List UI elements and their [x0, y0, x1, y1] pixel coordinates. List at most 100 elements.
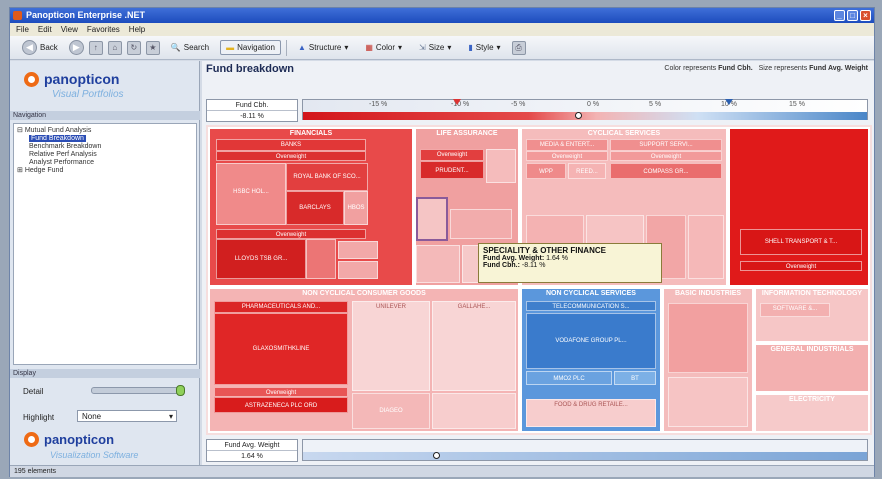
home-icon[interactable]: ⌂: [107, 40, 122, 55]
style-button[interactable]: ▮ Style ▾: [462, 40, 506, 55]
minimize-icon[interactable]: _: [834, 10, 845, 21]
back-arrow-icon: ◀: [22, 40, 37, 55]
sector-utilities[interactable]: ELECTRICITY: [754, 393, 870, 433]
scale-pointer-icon[interactable]: [575, 112, 582, 119]
cell-cyclical-small[interactable]: [688, 215, 724, 279]
tree-item-fund-breakdown[interactable]: Fund Breakdown: [17, 135, 196, 143]
cell-astrazeneca[interactable]: ASTRAZENECA PLC ORD: [214, 397, 348, 413]
range-marker-icon[interactable]: [725, 99, 733, 105]
refresh-icon[interactable]: ↻: [126, 40, 141, 55]
cell-telecom[interactable]: TELECOMMUNICATION S...: [526, 301, 656, 311]
cell-overweight[interactable]: Overweight: [740, 261, 862, 271]
back-button[interactable]: ◀ Back: [16, 37, 64, 58]
hover-tooltip: SPECIALITY & OTHER FINANCE Fund Avg. Wei…: [478, 243, 662, 283]
cell-small-bank[interactable]: [338, 261, 378, 279]
cell-speciality-finance-highlighted[interactable]: [416, 197, 448, 241]
cell-life-small[interactable]: [450, 209, 512, 239]
detail-slider[interactable]: [91, 385, 185, 396]
cell-overweight[interactable]: Overweight: [216, 151, 366, 161]
panopticon-logo-icon: [24, 71, 39, 87]
cell-hbos[interactable]: HBOS: [344, 191, 368, 225]
cell-food-drug[interactable]: FOOD & DRUG RETAILE...: [526, 399, 656, 427]
tree-item-hedge-fund[interactable]: ⊞ Hedge Fund: [17, 167, 196, 175]
close-icon[interactable]: ×: [860, 10, 871, 21]
cell-health[interactable]: [432, 393, 516, 429]
cell-gallaher[interactable]: GALLAHE...: [432, 301, 516, 391]
cell-basic-small[interactable]: [668, 377, 748, 427]
up-folder-icon[interactable]: ↑: [88, 40, 103, 55]
detail-slider-handle[interactable]: [176, 385, 185, 396]
cell-diageo[interactable]: DIAGEO: [352, 393, 430, 429]
print-icon[interactable]: ⎙: [511, 40, 526, 55]
navigation-button[interactable]: ▬ Navigation: [220, 40, 281, 55]
cell-glaxo[interactable]: GLAXOSMITHKLINE: [214, 313, 348, 385]
color-button[interactable]: ▦ Color ▾: [359, 40, 408, 55]
cell-lloyds[interactable]: LLOYDS TSB GR...: [216, 239, 306, 279]
style-icon: ▮: [468, 43, 473, 52]
cell-support[interactable]: SUPPORT SERVI...: [610, 139, 722, 151]
sector-general-industrials[interactable]: GENERAL INDUSTRIALS: [754, 343, 870, 393]
cell-mmo2[interactable]: MMO2 PLC: [526, 371, 612, 385]
cell-wpp[interactable]: WPP: [526, 163, 566, 179]
scale-tick: -15 %: [369, 101, 388, 108]
chevron-down-icon: ▾: [398, 43, 403, 52]
size-scale-label: Fund Avg. Weight: [207, 440, 297, 451]
menu-file[interactable]: File: [16, 23, 29, 36]
scale-pointer-icon[interactable]: [433, 452, 440, 459]
cell-barclays[interactable]: BARCLAYS: [286, 191, 344, 225]
size-button[interactable]: ⇲ Size ▾: [413, 40, 457, 55]
treemap[interactable]: FINANCIALS BANKS Overweight HSBC HOL... …: [206, 125, 872, 435]
cell-compass[interactable]: COMPASS GR...: [610, 163, 722, 179]
cell-overweight[interactable]: Overweight: [420, 149, 484, 161]
color-gradient: [303, 112, 867, 120]
cell-shell-transport[interactable]: SHELL TRANSPORT & T...: [740, 229, 862, 255]
cell-software[interactable]: SOFTWARE &...: [760, 303, 830, 317]
menu-view[interactable]: View: [61, 23, 78, 36]
cell-small-bank[interactable]: [306, 239, 336, 279]
tree-item-mutual-fund[interactable]: ⊟ Mutual Fund Analysis: [17, 127, 196, 135]
tree-item-analyst-performance[interactable]: Analyst Performance: [17, 159, 196, 167]
search-button[interactable]: 🔍 Search: [165, 40, 215, 55]
cell-pharma[interactable]: PHARMACEUTICALS AND...: [214, 301, 348, 313]
menu-favorites[interactable]: Favorites: [87, 23, 120, 36]
tooltip-row-weight: Fund Avg. Weight: 1.64 %: [483, 255, 568, 262]
tree-item-benchmark-breakdown[interactable]: Benchmark Breakdown: [17, 143, 196, 151]
cell-life-small[interactable]: [486, 149, 516, 183]
cell-banks-label[interactable]: BANKS: [216, 139, 366, 151]
cell-hsbc[interactable]: HSBC HOL...: [216, 163, 286, 225]
cell-media[interactable]: MEDIA & ENTERT...: [526, 139, 608, 151]
cell-overweight[interactable]: Overweight: [610, 151, 722, 161]
cell-unilever[interactable]: UNILEVER: [352, 301, 430, 391]
structure-icon: ▲: [297, 43, 306, 52]
cell-rbs[interactable]: ROYAL BANK OF SCO...: [286, 163, 368, 191]
favorites-icon[interactable]: ★: [145, 40, 160, 55]
cell-prudential[interactable]: PRUDENT...: [420, 161, 484, 179]
cell-reed[interactable]: REED...: [568, 163, 606, 179]
tree-item-relative-perf[interactable]: Relative Perf Analysis: [17, 151, 196, 159]
toolbar-separator: [285, 39, 287, 56]
range-marker-icon[interactable]: [453, 99, 461, 105]
maximize-icon[interactable]: □: [847, 10, 858, 21]
color-scale-bar[interactable]: -15 % -10 % -5 % 0 % 5 % 10 % 15 %: [302, 99, 868, 120]
cell-overweight[interactable]: Overweight: [216, 229, 366, 239]
cell-bt[interactable]: BT: [614, 371, 656, 385]
cell-overweight[interactable]: Overweight: [526, 151, 608, 161]
footer-logo-subtitle: Visualization Software: [50, 450, 139, 460]
display-header: Display: [10, 369, 200, 378]
tooltip-title: SPECIALITY & OTHER FINANCE: [483, 246, 606, 255]
menu-edit[interactable]: Edit: [38, 23, 52, 36]
cell-overweight[interactable]: Overweight: [214, 387, 348, 397]
detail-label: Detail: [23, 387, 44, 396]
forward-arrow-icon[interactable]: ▶: [68, 40, 84, 55]
menu-help[interactable]: Help: [129, 23, 145, 36]
structure-button[interactable]: ▲ Structure ▾: [292, 40, 354, 55]
size-scale-bar[interactable]: [302, 439, 868, 461]
navigation-header: Navigation: [10, 111, 200, 120]
cell-life-small[interactable]: [416, 245, 460, 283]
cell-small-bank[interactable]: [338, 241, 378, 259]
highlight-select[interactable]: None ▾: [77, 410, 177, 422]
app-icon: [13, 11, 22, 20]
cell-vodafone[interactable]: VODAFONE GROUP PL...: [526, 313, 656, 369]
application-window: Panopticon Enterprise .NET _ □ × File Ed…: [9, 7, 875, 477]
cell-basic-small[interactable]: [668, 303, 748, 373]
